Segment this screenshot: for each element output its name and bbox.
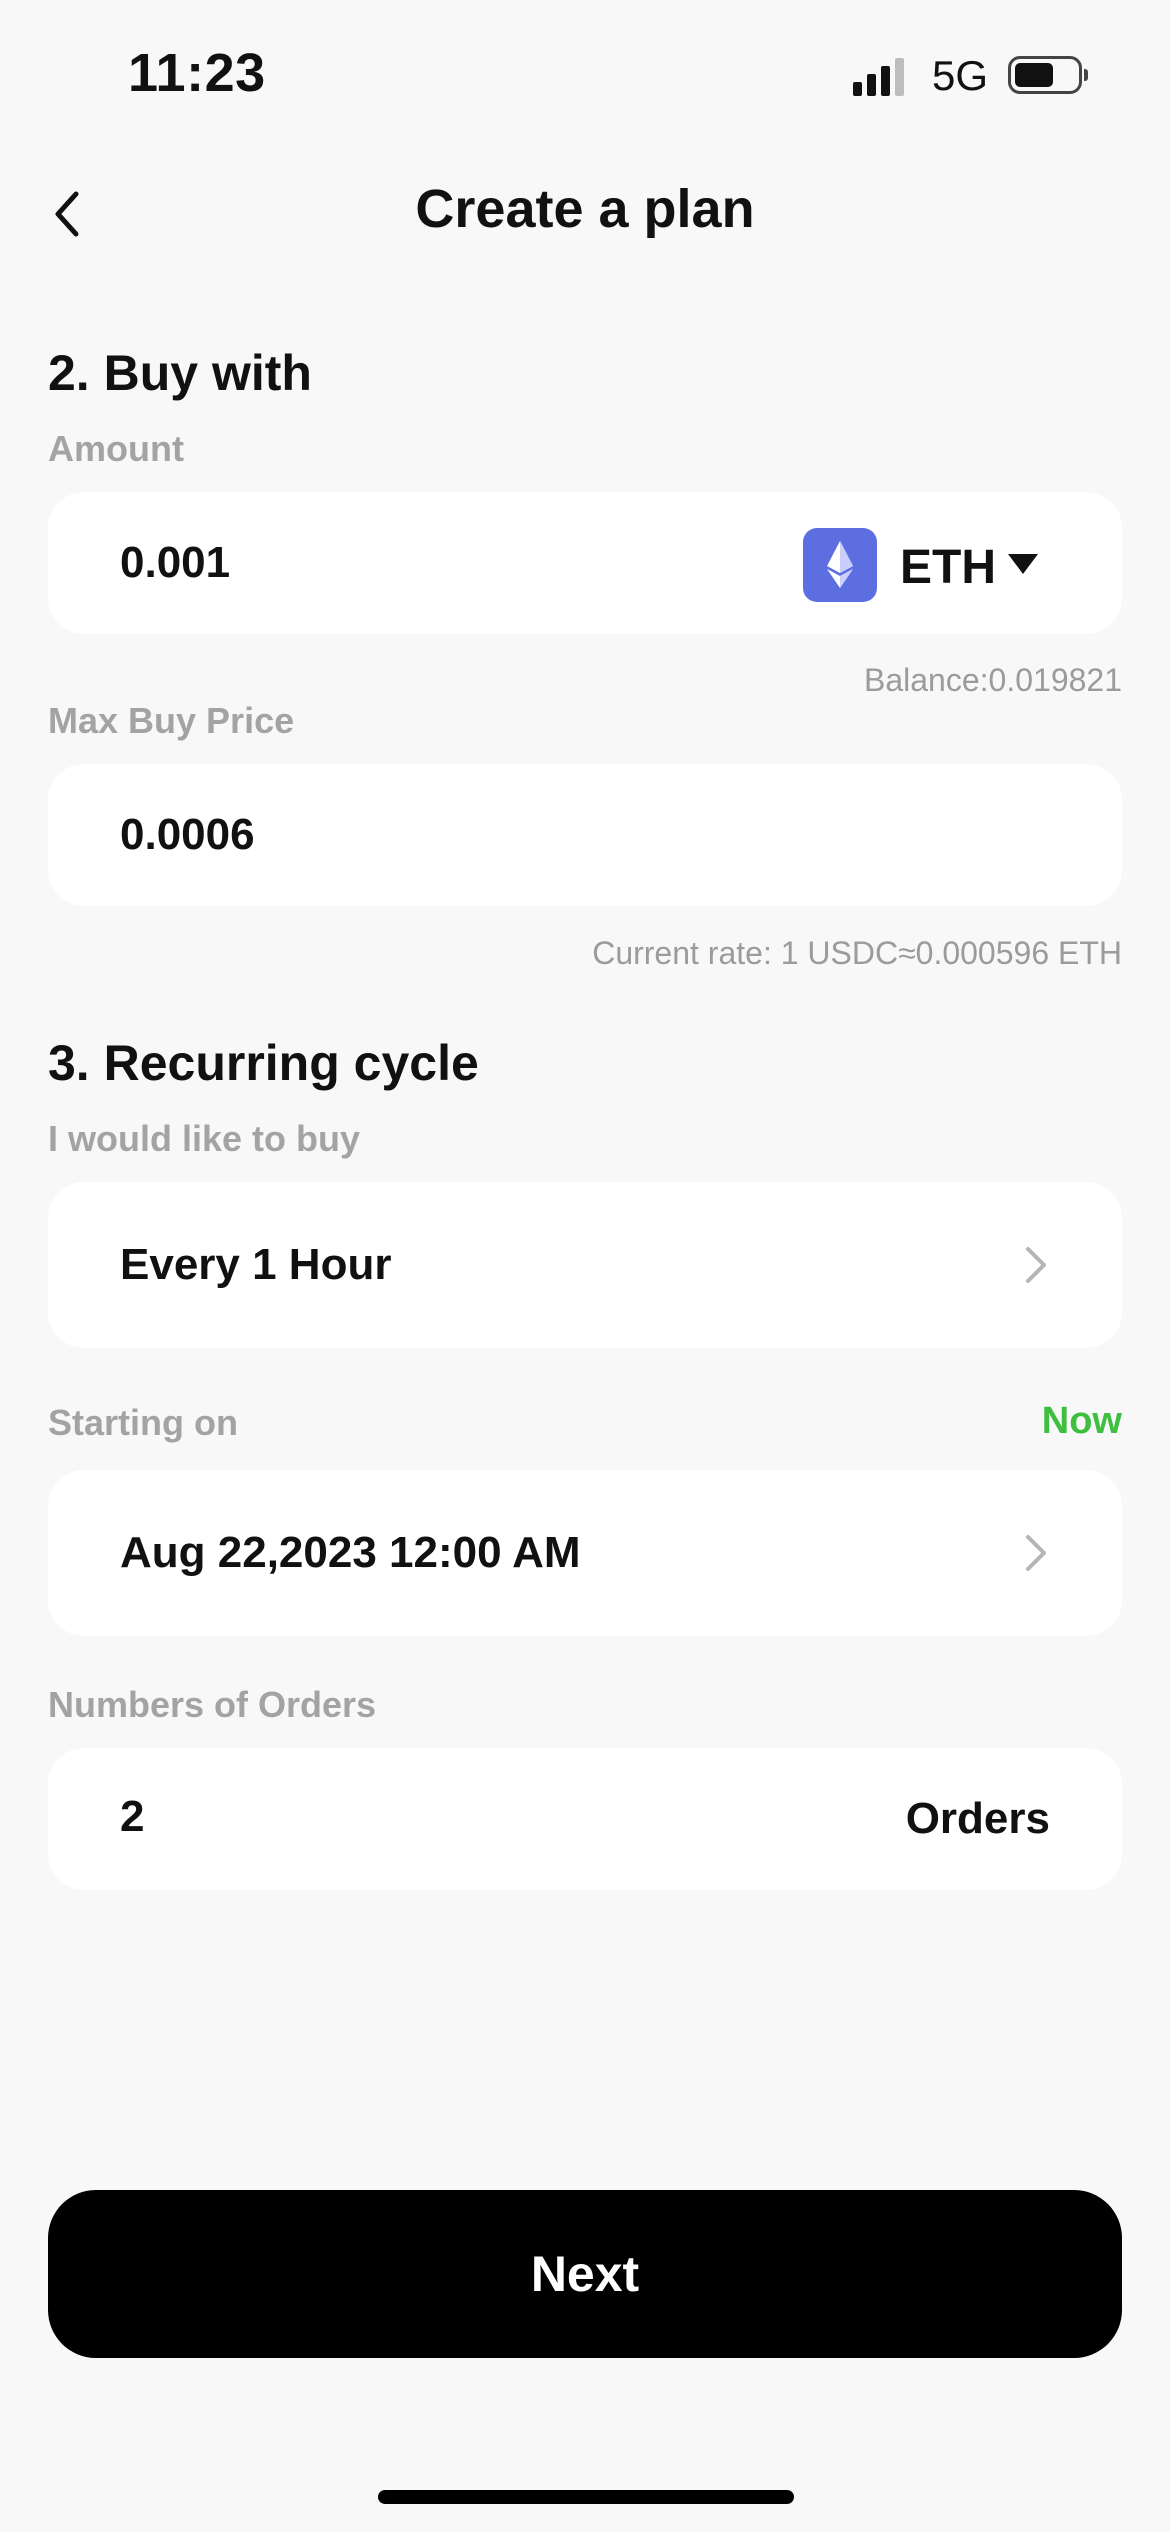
now-link[interactable]: Now [1042,1400,1122,1443]
chevron-right-icon [1026,1247,1046,1283]
orders-value[interactable]: 2 [120,1792,144,1842]
signal-icon [853,58,904,96]
section-title-buy-with: 2. Buy with [48,345,312,401]
current-rate-text: Current rate: 1 USDC≈0.000596 ETH [592,935,1122,971]
currency-label: ETH [900,541,996,594]
max-buy-price-value[interactable]: 0.0006 [120,810,255,860]
frequency-value: Every 1 Hour [120,1240,392,1289]
max-buy-price-label: Max Buy Price [48,700,295,741]
section-title-recurring-cycle: 3. Recurring cycle [48,1035,479,1091]
balance-text: Balance:0.019821 [864,662,1122,698]
start-date-value: Aug 22,2023 12:00 AM [120,1528,581,1577]
home-indicator [378,2490,794,2504]
orders-unit: Orders [905,1794,1050,1843]
orders-field[interactable]: 2 Orders [48,1748,1122,1890]
max-buy-price-field[interactable]: 0.0006 [48,764,1122,906]
amount-value[interactable]: 0.001 [120,538,230,588]
network-type: 5G [932,52,989,99]
page-title: Create a plan [415,179,755,239]
start-date-selector[interactable]: Aug 22,2023 12:00 AM [48,1470,1122,1636]
next-button[interactable]: Next [48,2190,1122,2358]
battery-icon [1008,56,1088,94]
chevron-right-icon [1026,1535,1046,1571]
amount-field[interactable]: 0.001 ETH [48,492,1122,634]
ethereum-icon [803,528,877,602]
frequency-label: I would like to buy [48,1118,361,1159]
caret-down-icon [1008,554,1038,574]
frequency-selector[interactable]: Every 1 Hour [48,1182,1122,1348]
status-time: 11:23 [128,43,266,103]
starting-on-label: Starting on [48,1402,238,1443]
amount-label: Amount [48,428,184,469]
orders-label: Numbers of Orders [48,1684,377,1725]
